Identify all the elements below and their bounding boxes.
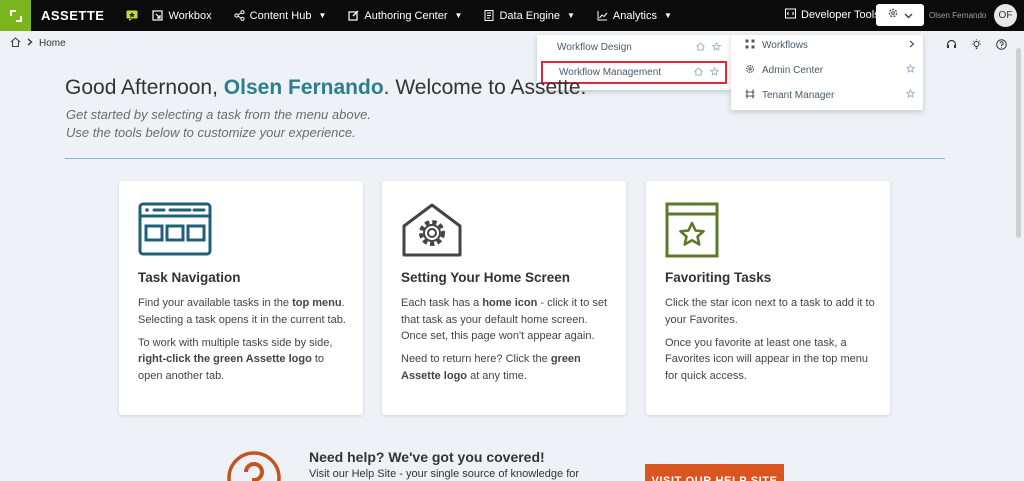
scrollbar[interactable] <box>1016 48 1021 238</box>
subtitle-line-2: Use the tools below to customize your ex… <box>66 125 356 140</box>
text: at any time. <box>467 369 527 382</box>
chevron-right-icon <box>909 40 915 51</box>
card-title: Task Navigation <box>138 270 241 285</box>
card-favoriting-tasks: Favoriting Tasks Click the star icon nex… <box>646 181 890 415</box>
menu-item-label: Admin Center <box>762 64 824 76</box>
nav-label: Analytics <box>612 9 657 22</box>
nav-authoring-center[interactable]: Authoring Center ▼ <box>348 10 462 22</box>
user-name: Olsen Fernando <box>929 11 987 20</box>
chevron-down-icon: ▼ <box>663 11 672 20</box>
card-body: Each task has a home icon - click it to … <box>401 295 611 391</box>
menu-item-workflows[interactable]: Workflows <box>731 33 923 57</box>
headset-icon[interactable] <box>946 37 957 55</box>
welcome-text: . Welcome to Assette. <box>383 76 587 99</box>
document-icon <box>484 10 494 21</box>
breadcrumb-home[interactable]: Home <box>39 38 66 49</box>
menu-item-workflow-design[interactable]: Workflow Design <box>541 36 727 59</box>
workbox-icon <box>152 10 164 21</box>
utility-toolbar <box>946 37 1007 55</box>
help-text: Visit our Help Site - your single source… <box>309 468 580 480</box>
nav-label: Authoring Center <box>364 9 448 22</box>
share-icon <box>234 10 245 21</box>
text: Need to return here? Click the <box>401 353 551 365</box>
favorite-window-icon <box>665 202 719 263</box>
chevron-right-icon <box>27 38 33 49</box>
nav-content-hub[interactable]: Content Hub ▼ <box>234 9 327 22</box>
text: Find your available tasks in the <box>138 297 293 309</box>
card-body: Find your available tasks in the top men… <box>138 295 348 391</box>
emphasis: right-click the green Assette logo <box>138 353 312 365</box>
menu-item-label: Workflow Design <box>557 42 632 53</box>
favorites-icon[interactable] <box>126 10 138 21</box>
browser-window-icon <box>138 202 212 261</box>
nav-workbox[interactable]: Workbox <box>152 9 212 22</box>
help-title: Need help? We've got you covered! <box>309 449 545 465</box>
star-icon[interactable] <box>905 63 916 76</box>
text: Once you favorite at least one task, a F… <box>665 336 868 382</box>
lightbulb-icon[interactable] <box>971 37 982 55</box>
card-title: Favoriting Tasks <box>665 270 772 285</box>
menu-item-tenant-manager[interactable]: Tenant Manager <box>731 83 923 107</box>
menu-item-label: Workflows <box>762 39 808 51</box>
star-icon[interactable] <box>709 66 720 79</box>
developer-tools-label: Developer Tools <box>801 9 880 21</box>
text: To work with multiple tasks side by side… <box>138 336 333 349</box>
help-circle-icon[interactable] <box>996 37 1007 55</box>
greeting-text: Good Afternoon, <box>65 76 218 99</box>
brand-name: ASSETTE <box>41 8 105 23</box>
text: Each task has a <box>401 297 483 309</box>
menu-item-admin-center[interactable]: Admin Center <box>731 58 923 82</box>
breadcrumb: Home <box>10 37 66 50</box>
card-title: Setting Your Home Screen <box>401 270 571 285</box>
edit-icon <box>348 10 359 21</box>
text: Click the star icon next to a task to ad… <box>665 297 875 326</box>
card-home-screen: Setting Your Home Screen Each task has a… <box>382 181 626 415</box>
code-icon <box>785 8 796 22</box>
user-greeting-name: Olsen Fernando <box>223 76 384 99</box>
help-question-icon <box>226 450 282 481</box>
chart-icon <box>597 10 608 21</box>
gear-icon <box>887 6 899 24</box>
subtitle-line-1: Get started by selecting a task from the… <box>66 107 371 122</box>
card-body: Click the star icon next to a task to ad… <box>665 295 875 391</box>
settings-dropdown-button[interactable] <box>876 4 924 26</box>
home-icon[interactable] <box>696 41 705 54</box>
home-icon[interactable] <box>10 37 21 50</box>
emphasis: home icon <box>482 297 538 309</box>
nav-analytics[interactable]: Analytics ▼ <box>597 10 672 22</box>
chevron-down-icon: ▼ <box>567 11 575 20</box>
divider <box>65 158 945 159</box>
card-task-navigation: Task Navigation Find your available task… <box>119 181 363 415</box>
home-gear-icon <box>401 202 463 263</box>
page-title: Good Afternoon, Olsen Fernando. Welcome … <box>65 76 586 100</box>
chevron-down-icon: ▼ <box>454 11 463 20</box>
assette-logo[interactable] <box>0 0 31 31</box>
star-icon[interactable] <box>711 41 722 54</box>
developer-tools-button[interactable]: Developer Tools <box>785 8 880 22</box>
emphasis: top menu <box>292 297 342 309</box>
nav-label: Content Hub <box>249 9 312 22</box>
chevron-down-icon <box>904 6 913 24</box>
chevron-down-icon: ▼ <box>318 11 327 20</box>
workflow-icon <box>745 39 755 52</box>
nav-data-engine[interactable]: Data Engine ▼ <box>484 9 575 22</box>
nav-label: Workbox <box>168 9 212 22</box>
menu-item-label: Tenant Manager <box>762 89 835 101</box>
gear-icon <box>745 64 755 77</box>
home-icon[interactable] <box>694 66 703 79</box>
settings-menu: Workflows Admin Center Tenant Manager <box>731 35 923 110</box>
avatar[interactable]: OF <box>994 4 1017 27</box>
nav-label: Data Engine <box>499 9 560 22</box>
star-icon[interactable] <box>905 88 916 101</box>
visit-help-site-button[interactable]: VISIT OUR HELP SITE <box>645 464 784 481</box>
tenant-icon <box>745 89 755 102</box>
